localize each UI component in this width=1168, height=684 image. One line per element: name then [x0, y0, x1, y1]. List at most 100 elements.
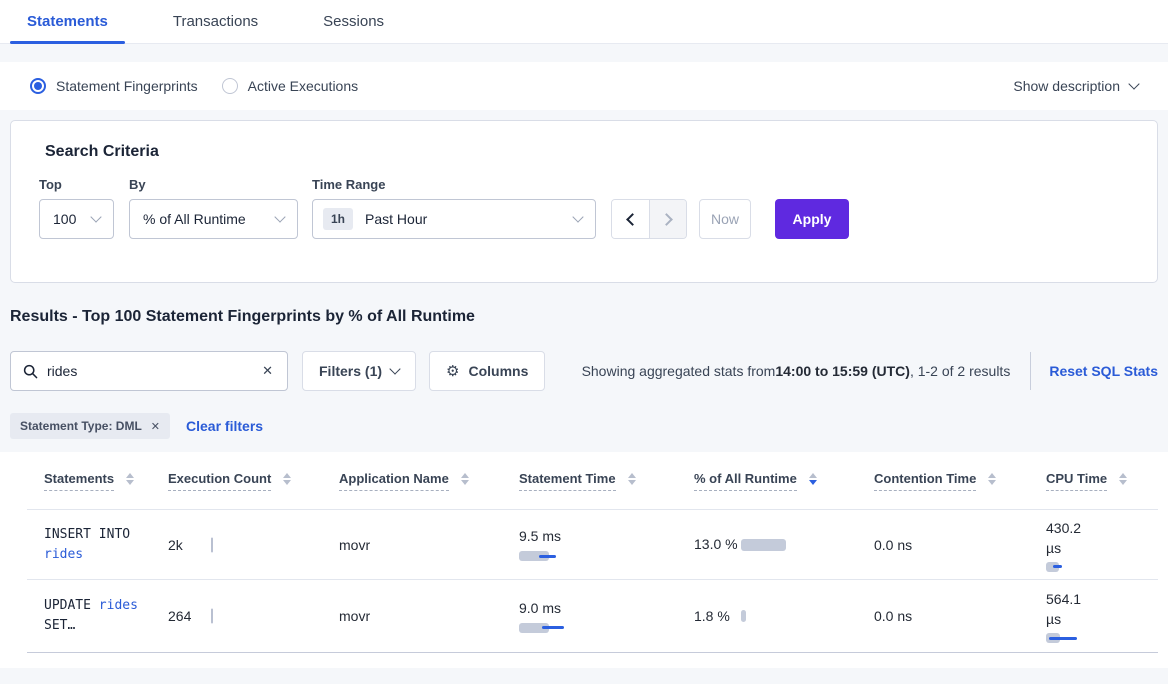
sort-icon[interactable] — [809, 473, 817, 485]
time-range-label: Time Range — [312, 177, 596, 192]
column-header--of-all-runtime[interactable]: % of All Runtime — [694, 471, 874, 491]
time-range-badge: 1h — [323, 208, 353, 230]
stats-range: 14:00 to 15:59 (UTC) — [775, 363, 910, 379]
remove-filter-icon[interactable]: ✕ — [151, 420, 160, 433]
column-header-statement-time[interactable]: Statement Time — [519, 471, 694, 491]
execution-count-value: 264 — [168, 608, 191, 624]
chevron-right-icon — [660, 213, 673, 226]
execution-count-bar — [211, 537, 213, 552]
cpu-time-value: 564.1 µs — [1046, 589, 1096, 629]
contention-time-cell: 0.0 ns — [874, 608, 1046, 624]
show-description-label: Show description — [1013, 78, 1120, 94]
by-select[interactable]: % of All Runtime — [129, 199, 298, 239]
top-select[interactable]: 100 — [39, 199, 114, 239]
execution-count-bar — [211, 609, 213, 624]
statements-table: Statements Execution Count Application Nam… — [0, 452, 1168, 668]
tab-sessions[interactable]: Sessions — [306, 0, 401, 43]
sort-icon[interactable] — [461, 473, 469, 485]
radio-active-executions[interactable]: Active Executions — [222, 78, 359, 94]
filters-button[interactable]: Filters (1) — [302, 351, 416, 391]
cpu-time-bar — [1046, 633, 1106, 643]
statement-text: INSERT INTO — [44, 527, 130, 542]
filters-label: Filters (1) — [319, 363, 382, 379]
radio-label: Statement Fingerprints — [56, 78, 198, 94]
sort-icon[interactable] — [628, 473, 636, 485]
statement-time-cell: 9.5 ms — [519, 528, 694, 561]
column-label: Contention Time — [874, 471, 976, 491]
active-filters-row: Statement Type: DML ✕ Clear filters — [10, 413, 1158, 439]
radio-label: Active Executions — [248, 78, 359, 94]
tab-statements[interactable]: Statements — [10, 0, 125, 43]
statement-table-link[interactable]: rides — [44, 547, 83, 562]
table-row[interactable]: INSERT INTO rides 2k movr 9.5 ms 13.0 % … — [27, 510, 1158, 580]
runtime-bar — [741, 610, 801, 622]
cpu-time-bar — [1046, 562, 1106, 572]
top-value: 100 — [53, 211, 76, 227]
radio-statement-fingerprints[interactable]: Statement Fingerprints — [30, 78, 198, 94]
column-label: Statements — [44, 471, 114, 491]
column-header-statements[interactable]: Statements — [27, 471, 168, 491]
apply-button[interactable]: Apply — [775, 199, 849, 239]
statement-time-value: 9.5 ms — [519, 528, 694, 544]
time-pager — [611, 199, 687, 239]
time-range-select[interactable]: 1h Past Hour — [312, 199, 596, 239]
chevron-down-icon — [90, 211, 101, 222]
clear-filters-link[interactable]: Clear filters — [186, 418, 263, 434]
sort-icon[interactable] — [1119, 473, 1127, 485]
statement-cell[interactable]: UPDATE rides SET… — [27, 596, 164, 636]
statement-search-box[interactable]: ✕ — [10, 351, 288, 391]
time-range-field: Time Range 1h Past Hour — [312, 177, 596, 239]
contention-time-cell: 0.0 ns — [874, 537, 1046, 553]
column-header-contention-time[interactable]: Contention Time — [874, 471, 1046, 491]
results-toolbar: ✕ Filters (1) ⚙ Columns Showing aggregat… — [10, 351, 1158, 391]
chevron-down-icon — [274, 211, 285, 222]
search-criteria-title: Search Criteria — [45, 143, 1129, 161]
show-description-toggle[interactable]: Show description — [1013, 78, 1138, 94]
sort-icon[interactable] — [283, 473, 291, 485]
by-value: % of All Runtime — [143, 211, 246, 227]
sort-icon[interactable] — [988, 473, 996, 485]
table-row[interactable]: UPDATE rides SET… 264 movr 9.0 ms 1.8 % … — [27, 580, 1158, 653]
column-header-application-name[interactable]: Application Name — [339, 471, 519, 491]
view-toggle-bar: Statement Fingerprints Active Executions… — [0, 62, 1168, 110]
cpu-time-cell: 564.1 µs — [1046, 589, 1158, 643]
now-button[interactable]: Now — [699, 199, 751, 239]
columns-label: Columns — [468, 363, 528, 379]
stats-prefix: Showing aggregated stats from — [582, 363, 776, 379]
top-label: Top — [39, 177, 114, 192]
column-header-cpu-time[interactable]: CPU Time — [1046, 471, 1158, 491]
cpu-time-cell: 430.2 µs — [1046, 518, 1158, 572]
column-header-execution-count[interactable]: Execution Count — [168, 471, 339, 491]
reset-sql-stats-link[interactable]: Reset SQL Stats — [1049, 363, 1158, 379]
clear-search-icon[interactable]: ✕ — [260, 361, 275, 381]
aggregated-stats-text: Showing aggregated stats from 14:00 to 1… — [582, 363, 1011, 379]
runtime-cell: 1.8 % — [694, 606, 874, 627]
table-header-row: Statements Execution Count Application Nam… — [27, 452, 1158, 510]
statement-time-cell: 9.0 ms — [519, 600, 694, 633]
by-field: By % of All Runtime — [129, 177, 298, 239]
columns-button[interactable]: ⚙ Columns — [429, 351, 545, 391]
divider — [1030, 352, 1031, 390]
statement-table-link[interactable]: rides — [99, 598, 138, 613]
execution-count-value: 2k — [168, 537, 183, 553]
column-label: Application Name — [339, 471, 449, 491]
column-label: % of All Runtime — [694, 471, 797, 491]
time-range-value: Past Hour — [365, 211, 427, 227]
chevron-down-icon — [572, 211, 583, 222]
statement-cell[interactable]: INSERT INTO rides — [27, 525, 164, 565]
search-input[interactable] — [47, 363, 260, 379]
statement-time-value: 9.0 ms — [519, 600, 694, 616]
statement-time-bar — [519, 551, 579, 561]
prev-time-button[interactable] — [612, 200, 649, 238]
execution-count-cell: 2k — [168, 537, 339, 553]
radio-selected-icon — [30, 78, 46, 94]
filter-chip-label: Statement Type: DML — [20, 419, 142, 433]
tab-transactions[interactable]: Transactions — [156, 0, 275, 43]
page-tabs: Statements Transactions Sessions — [0, 0, 1168, 44]
filter-chip-statement-type[interactable]: Statement Type: DML ✕ — [10, 413, 170, 439]
runtime-value: 1.8 % — [694, 606, 741, 627]
next-time-button[interactable] — [649, 200, 686, 238]
sort-icon[interactable] — [126, 473, 134, 485]
column-label: Execution Count — [168, 471, 271, 491]
chevron-down-icon — [389, 363, 400, 374]
